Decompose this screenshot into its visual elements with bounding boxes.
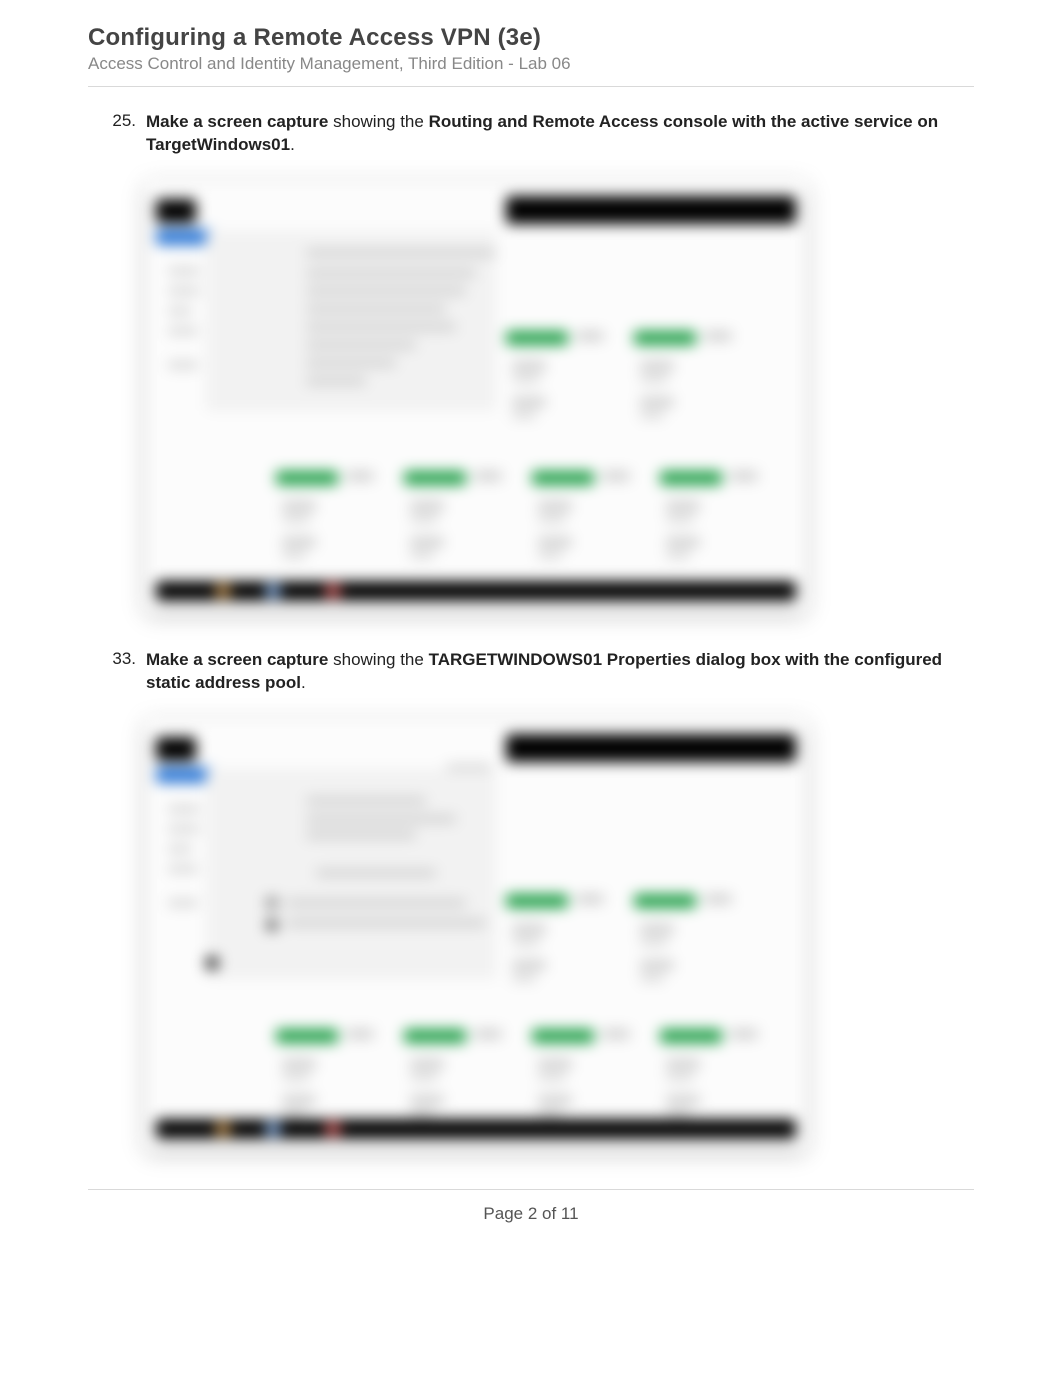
- taskbar: [156, 1119, 796, 1139]
- screenshot-placeholder: [146, 719, 806, 1149]
- card-row: [506, 331, 744, 421]
- content-area: 25. Make a screen capture showing the Ro…: [88, 87, 974, 1149]
- screenshot-frame: [146, 181, 806, 611]
- status-card: [506, 894, 616, 984]
- taskbar: [156, 581, 796, 601]
- screenshot-placeholder: [146, 181, 806, 611]
- screenshot-frame: [146, 719, 806, 1149]
- status-card: [506, 331, 616, 421]
- item-text: Make a screen capture showing the Routin…: [146, 111, 974, 157]
- instruction-item: 25. Make a screen capture showing the Ro…: [88, 111, 974, 157]
- status-card: [532, 471, 642, 561]
- text-bold: Make a screen capture: [146, 650, 328, 669]
- selected-tab: [156, 229, 212, 245]
- item-text: Make a screen capture showing the TARGET…: [146, 649, 974, 695]
- text-bold: Make a screen capture: [146, 112, 328, 131]
- item-number: 33.: [88, 649, 146, 695]
- item-number: 25.: [88, 111, 146, 157]
- card-row: [276, 471, 770, 561]
- page-header: Configuring a Remote Access VPN (3e) Acc…: [88, 24, 974, 87]
- page-subtitle: Access Control and Identity Management, …: [88, 54, 974, 74]
- card-row: [276, 1029, 770, 1119]
- status-card: [660, 471, 770, 561]
- card-row: [506, 894, 744, 984]
- page-title: Configuring a Remote Access VPN (3e): [88, 24, 974, 52]
- text-plain: .: [301, 673, 306, 692]
- radio-icon: [266, 919, 278, 931]
- page-number: Page 2 of 11: [88, 1204, 974, 1224]
- selected-tab: [156, 767, 212, 783]
- status-card: [276, 471, 386, 561]
- status-card: [404, 1029, 514, 1119]
- status-card: [634, 894, 744, 984]
- status-card: [660, 1029, 770, 1119]
- status-card: [276, 1029, 386, 1119]
- footer-divider: [88, 1189, 974, 1190]
- status-card: [532, 1029, 642, 1119]
- instruction-item: 33. Make a screen capture showing the TA…: [88, 649, 974, 695]
- square-icon: [206, 957, 218, 969]
- window-titlebar: [156, 737, 796, 763]
- text-plain: showing the: [328, 650, 428, 669]
- status-card: [404, 471, 514, 561]
- text-plain: showing the: [328, 112, 428, 131]
- window-titlebar: [156, 199, 796, 225]
- radio-icon: [266, 897, 278, 909]
- document-page: Configuring a Remote Access VPN (3e) Acc…: [0, 0, 1062, 1376]
- text-plain: .: [290, 135, 295, 154]
- status-card: [634, 331, 744, 421]
